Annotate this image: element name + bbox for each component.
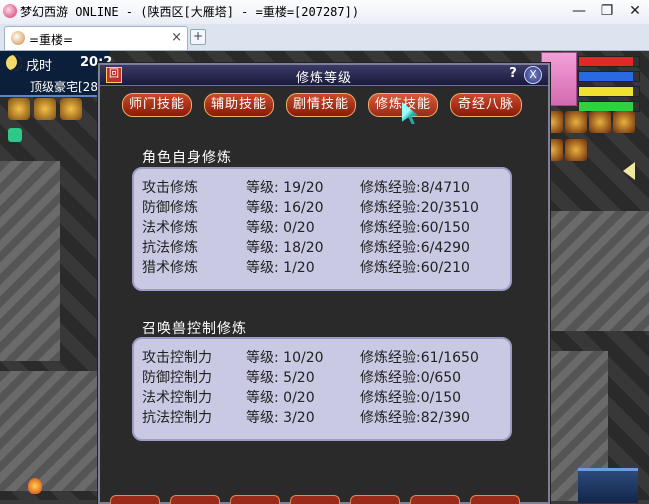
book-icon[interactable] [8,98,30,120]
cultivation-exp: 修炼经验:60/150 [360,220,470,236]
cultivation-exp: 修炼经验:20/3510 [360,200,479,216]
hud-quick-icons [8,98,98,120]
cultivation-name: 抗法控制力 [142,410,212,426]
cultivation-level: 等级: 1/20 [246,260,315,276]
tab-label: =重楼= [29,33,74,47]
tab-meridians[interactable]: 奇经八脉 [450,93,522,117]
cultivation-level: 等级: 0/20 [246,220,315,236]
cultivation-name: 防御修炼 [142,200,198,216]
cultivation-exp: 修炼经验:82/390 [360,410,470,426]
moon-icon [6,55,22,71]
cultivation-level: 等级: 5/20 [246,370,315,386]
cultivation-name: 猎术修炼 [142,260,198,276]
hp-bar [578,56,640,67]
cultivation-exp: 修炼经验:60/210 [360,260,470,276]
tab-story-skills[interactable]: 剧情技能 [286,93,356,117]
item-icon[interactable] [565,111,587,133]
self-cultivation-title: 角色自身修炼 [142,150,232,166]
cultivation-level: 等级: 10/20 [246,350,324,366]
window-title: 梦幻西游 ONLINE - (陕西区[大雁塔] - =重楼=[207287]) [20,5,360,19]
flame-icon[interactable] [28,478,42,494]
tab-assist-skills[interactable]: 辅助技能 [204,93,274,117]
minimize-button[interactable]: — [566,2,592,20]
scene-floor [548,211,649,331]
status-bars [578,56,640,116]
time-period: 戌时 [26,59,53,74]
flag-icon[interactable] [565,139,587,161]
chest-icon[interactable] [613,111,635,133]
expand-arrow-icon[interactable] [623,162,635,180]
new-tab-button[interactable]: + [190,29,206,45]
help-button[interactable]: ? [506,66,520,82]
mp-bar [578,71,640,82]
refresh-icon[interactable] [8,128,22,142]
cultivation-exp: 修炼经验:0/150 [360,390,462,406]
scene-wall [0,161,60,361]
orb-icon[interactable] [589,111,611,133]
cultivation-name: 攻击修炼 [142,180,198,196]
tab-game[interactable]: =重楼= × [4,26,188,50]
cultivation-exp: 修炼经验:61/1650 [360,350,479,366]
self-cultivation-box: 攻击修炼 等级: 19/20 修炼经验:8/4710 防御修炼 等级: 16/2… [132,167,512,291]
pet-cultivation-title: 召唤兽控制修炼 [142,321,247,337]
character-avatar-icon [11,31,25,45]
pet-cultivation-box: 攻击控制力 等级: 10/20 修炼经验:61/1650 防御控制力 等级: 5… [132,337,512,441]
location-label: 顶级豪宅[28 [30,80,98,94]
cultivation-level: 等级: 3/20 [246,410,315,426]
panel-title: 修炼等级 [295,71,352,86]
close-window-button[interactable]: ✕ [622,2,648,20]
pagoda-icon[interactable] [578,468,638,503]
cultivation-name: 抗法修炼 [142,240,198,256]
close-panel-button[interactable]: X [524,66,542,84]
app-icon [3,4,17,18]
scene-furniture [0,371,100,491]
cultivation-exp: 修炼经验:0/650 [360,370,462,386]
cultivation-exp: 修炼经验:8/4710 [360,180,470,196]
sp-bar [578,86,640,97]
cultivation-name: 法术控制力 [142,390,212,406]
bottom-button-row [110,495,540,504]
search-icon[interactable] [60,98,82,120]
restore-button[interactable]: ❐ [594,2,620,20]
cultivation-level: 等级: 0/20 [246,390,315,406]
window-title-bar: 梦幻西游 ONLINE - (陕西区[大雁塔] - =重楼=[207287]) … [0,0,649,25]
panel-header[interactable]: 回 修炼等级 ? X [100,65,548,86]
cultivation-level: 等级: 18/20 [246,240,324,256]
side-toolbar [540,110,640,161]
cultivation-panel: 回 修炼等级 ? X 师门技能 辅助技能 剧情技能 修炼技能 奇经八脉 角色自身… [98,63,550,504]
cultivation-level: 等级: 16/20 [246,200,324,216]
cultivation-exp: 修炼经验:6/4290 [360,240,470,256]
cultivation-level: 等级: 19/20 [246,180,324,196]
browser-tab-bar: =重楼= × + [0,24,649,51]
tab-close-icon[interactable]: × [171,30,182,45]
tab-school-skills[interactable]: 师门技能 [122,93,192,117]
cultivation-name: 法术修炼 [142,220,198,236]
cultivation-name: 攻击控制力 [142,350,212,366]
map-icon[interactable] [34,98,56,120]
cultivation-name: 防御控制力 [142,370,212,386]
